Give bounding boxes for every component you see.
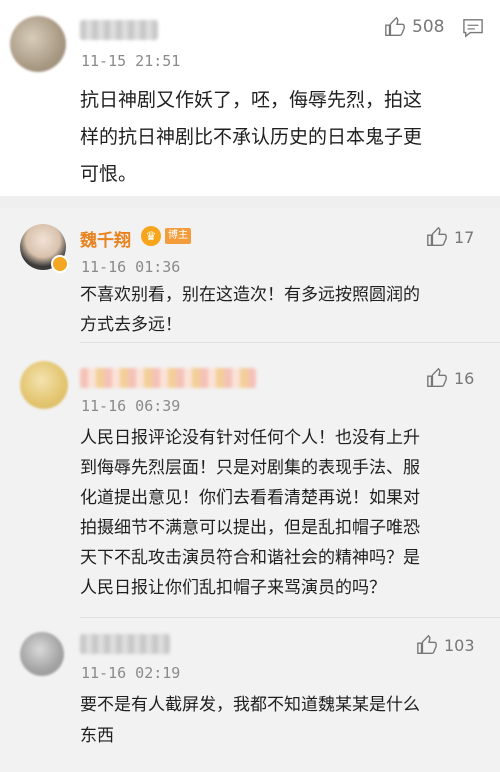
blogger-badge: 博主	[165, 228, 191, 244]
like-count: 17	[454, 227, 475, 247]
thumbs-up-icon	[426, 226, 448, 248]
crown-icon: ♛	[141, 226, 161, 246]
username-blurred[interactable]	[80, 20, 158, 40]
thumbs-up-icon	[426, 367, 448, 389]
comment-text: 不喜欢别看，别在这造次！有多远按照圆润的 方式去多远！	[80, 285, 420, 335]
comment-icon[interactable]	[462, 18, 484, 42]
like-count: 16	[454, 368, 475, 388]
reply-item: 11-16 02:19 103 要不是有人截屏发，我都不知道魏某某是什么 东西	[0, 618, 500, 772]
comment-text: 要不是有人截屏发，我都不知道魏某某是什么 东西	[80, 695, 420, 746]
thumbs-up-icon	[416, 634, 438, 656]
avatar[interactable]	[10, 16, 66, 72]
comment-item: 11-15 21:51 508 抗日神剧又作妖了，呸，侮辱先烈，拍这 样的抗日神…	[0, 0, 500, 196]
avatar[interactable]	[20, 632, 64, 676]
like-count: 508	[412, 17, 445, 37]
like-button[interactable]: 17	[426, 226, 474, 248]
username-blurred[interactable]	[80, 368, 256, 388]
vip-badge-icon	[51, 255, 69, 273]
comment-timestamp: 11-16 02:19	[81, 664, 181, 682]
comment-timestamp: 11-16 01:36	[81, 258, 181, 276]
thumbs-up-icon	[384, 16, 406, 38]
like-count: 103	[444, 635, 475, 655]
username[interactable]: 魏千翔	[80, 226, 131, 251]
comment-timestamp: 11-15 21:51	[81, 52, 181, 70]
comment-text: 人民日报评论没有针对任何个人！也没有上升 到侮辱先烈层面！只是对剧集的表现手法、…	[80, 428, 420, 598]
reply-item: 魏千翔 ♛ 博主 11-16 01:36 17 不喜欢别看，别在这造次！有多远按…	[0, 208, 500, 342]
username-blurred[interactable]	[80, 634, 170, 654]
like-button[interactable]: 508	[384, 16, 444, 38]
like-button[interactable]: 16	[426, 367, 474, 389]
comment-text: 抗日神剧又作妖了，呸，侮辱先烈，拍这 样的抗日神剧比不承认历史的日本鬼子更 可恨…	[80, 89, 423, 185]
avatar[interactable]	[20, 361, 68, 409]
section-separator	[0, 196, 500, 208]
reply-item: 11-16 06:39 16 人民日报评论没有针对任何个人！也没有上升 到侮辱先…	[0, 343, 500, 613]
like-button[interactable]: 103	[416, 634, 475, 656]
comment-timestamp: 11-16 06:39	[81, 397, 181, 415]
